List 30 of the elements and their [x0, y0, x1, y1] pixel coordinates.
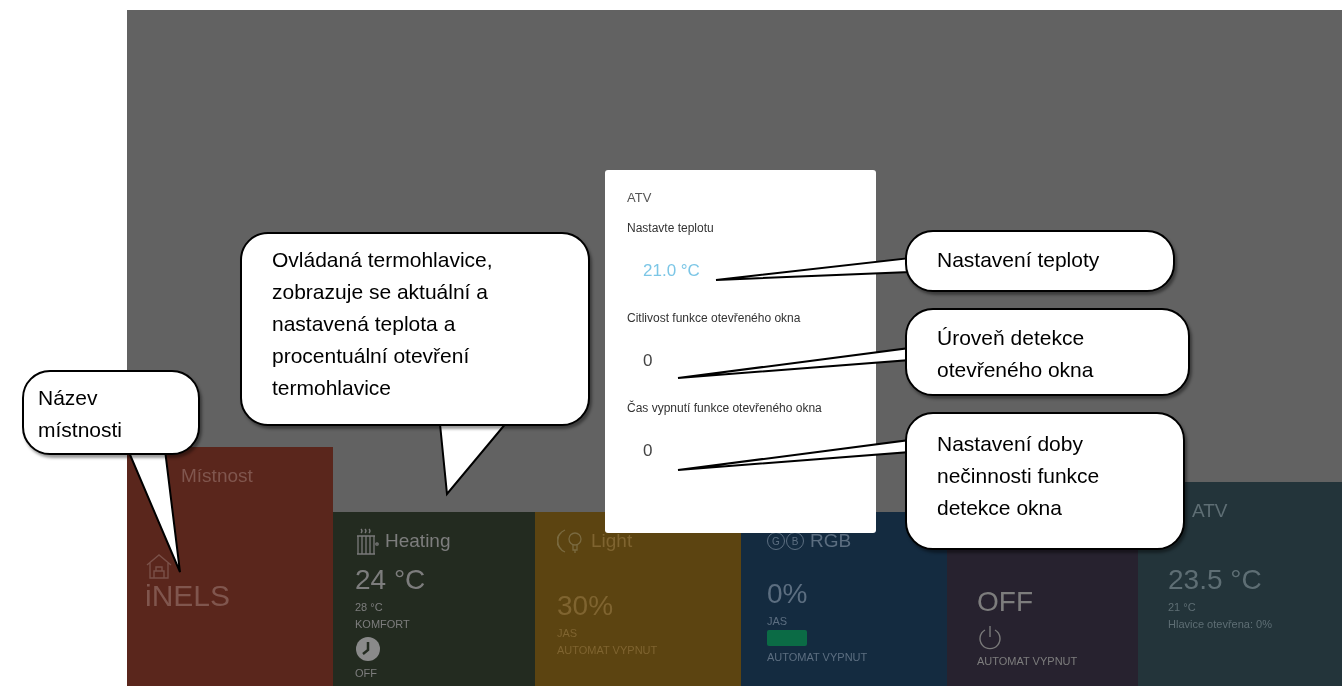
power-icon[interactable] — [977, 624, 1003, 650]
device-tile[interactable]: Heating 24 °C 28 °C KOMFORT OFF — [333, 512, 535, 686]
color-swatch[interactable] — [767, 630, 807, 646]
tile-status: AUTOMAT VYPNUT — [977, 655, 1078, 667]
tile-value: OFF — [977, 586, 1033, 618]
callout-tooltip: Úroveň detekce otevřeného okna — [905, 308, 1190, 396]
dialog-title: ATV — [627, 190, 653, 205]
tile-status: AUTOMAT VYPNUT — [767, 651, 868, 663]
callout-tooltip: Ovládaná termohlavice, zobrazuje se aktuální a nastavená teplota a procentuální otevření termohlavice — [240, 232, 590, 426]
field-label: Čas vypnutí funkce otevřeného okna — [627, 401, 823, 415]
tile-detail: 28 °C — [355, 601, 383, 613]
tile-title: Heating — [385, 530, 451, 552]
value-field[interactable]: 0 — [643, 351, 653, 371]
field-label: Nastavte teplotu — [627, 221, 715, 235]
tile-value: 23.5 °C — [1168, 564, 1262, 596]
value-field[interactable]: 0 — [643, 441, 653, 461]
tile-value: 0% — [767, 578, 808, 610]
callout-tooltip: Nastavení teploty — [905, 230, 1175, 292]
tile-title: RGB — [810, 530, 852, 552]
value-field[interactable]: 21.0 °C — [643, 261, 700, 281]
clock-icon[interactable] — [355, 636, 381, 662]
field-label: Citlivost funkce otevřeného okna — [627, 311, 802, 325]
radiator-icon — [355, 526, 379, 556]
house-icon — [145, 553, 173, 579]
tile-status: OFF — [355, 667, 377, 679]
tile-value: 24 °C — [355, 564, 426, 596]
tile-detail: KOMFORT — [355, 618, 410, 630]
tile-detail: JAS — [767, 615, 788, 627]
callout-tooltip: Nastavení doby nečinnosti funkce detekce okna — [905, 412, 1185, 550]
tile-title: ATV — [1192, 500, 1228, 522]
